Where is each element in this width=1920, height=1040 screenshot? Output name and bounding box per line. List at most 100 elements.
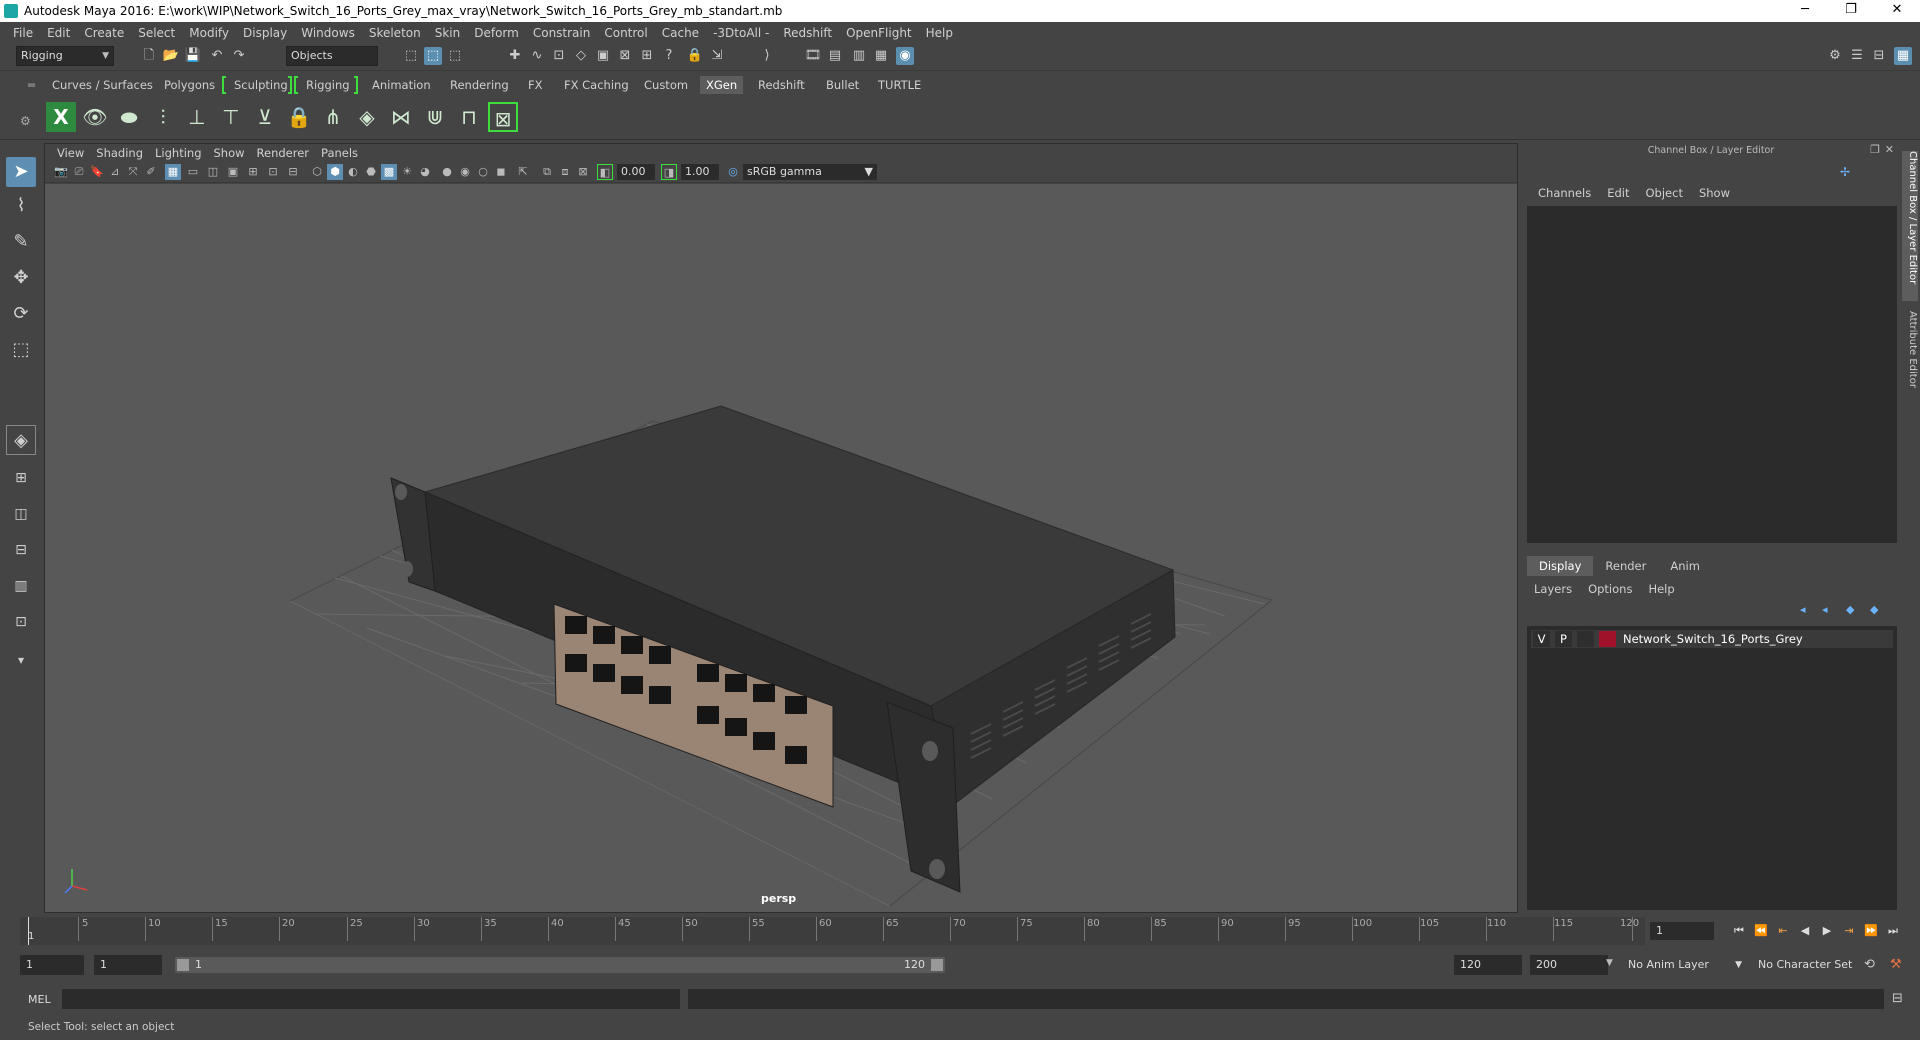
lock-icon[interactable]: 🔒: [686, 47, 704, 65]
range-handle-end[interactable]: [931, 959, 943, 971]
time-slider[interactable]: 1 5 10 15 20 25 30 35 40 45 50 55 60 65 …: [20, 913, 1645, 947]
go-to-end-icon[interactable]: ⏭: [1884, 922, 1902, 940]
xray-components-icon[interactable]: ⊠: [575, 164, 591, 180]
range-handle-start[interactable]: [177, 959, 189, 971]
step-back-key-icon[interactable]: ⏪: [1752, 922, 1770, 940]
shelf-tab-rendering[interactable]: Rendering: [444, 76, 515, 94]
restore-icon[interactable]: ❐: [1828, 0, 1874, 22]
shelf-tab-bullet[interactable]: Bullet: [820, 76, 865, 94]
snap-surface-icon[interactable]: ⊞: [638, 47, 656, 65]
menu-deform[interactable]: Deform: [467, 26, 526, 40]
menu-select[interactable]: Select: [131, 26, 182, 40]
layer-menu-layers[interactable]: Layers: [1534, 582, 1580, 596]
step-forward-key-icon[interactable]: ⏩: [1862, 922, 1880, 940]
xgen-toggle-icon[interactable]: ⊠: [488, 102, 518, 132]
current-frame-field[interactable]: 1: [1650, 922, 1714, 940]
shelf-menu-icon[interactable]: ═: [22, 76, 41, 94]
anim-layer-dropdown[interactable]: No Anim Layer ▼: [1622, 955, 1746, 975]
bookmark-icon[interactable]: 🔖: [89, 164, 105, 180]
shelf-tab-turtle[interactable]: TURTLE: [872, 76, 927, 94]
select-tool-icon[interactable]: ➤: [6, 157, 36, 187]
undo-icon[interactable]: ↶: [208, 47, 226, 65]
wireframe-on-shaded-icon[interactable]: ⬣: [363, 164, 379, 180]
xgen-groom-icon[interactable]: ⋓: [420, 102, 450, 132]
camera-select-icon[interactable]: 📷: [53, 164, 69, 180]
snap-view-plane-icon[interactable]: ◇: [572, 47, 590, 65]
xgen-sculpt-guide-icon[interactable]: ⊤: [216, 102, 246, 132]
render-view-icon[interactable]: ◉: [896, 47, 914, 65]
move-tool-icon[interactable]: ✥: [6, 263, 36, 293]
xgen-hair-icon[interactable]: ⋔: [318, 102, 348, 132]
camera-attributes-icon[interactable]: ⎚: [71, 164, 87, 180]
vp-menu-show[interactable]: Show: [210, 146, 253, 160]
channel-menu-edit[interactable]: Edit: [1599, 186, 1637, 200]
layer-menu-help[interactable]: Help: [1648, 582, 1682, 596]
paint-select-tool-icon[interactable]: ✎: [6, 227, 36, 257]
menu-skin[interactable]: Skin: [428, 26, 468, 40]
animation-start-field[interactable]: 1: [20, 955, 84, 975]
shelf-tab-curves-surfaces[interactable]: Curves / Surfaces: [46, 76, 159, 94]
current-time-marker[interactable]: [28, 917, 29, 945]
xgen-create-description-icon[interactable]: ⬬: [114, 102, 144, 132]
xray-icon[interactable]: ⧉: [539, 164, 555, 180]
float-panel-icon[interactable]: ❐: [1870, 143, 1880, 156]
menu-display[interactable]: Display: [236, 26, 294, 40]
menu-create[interactable]: Create: [77, 26, 131, 40]
chevron-down-icon[interactable]: ▼: [1606, 958, 1613, 968]
image-plane-icon[interactable]: ⊿: [107, 164, 123, 180]
shelf-tab-sculpting[interactable]: Sculpting: [228, 76, 294, 94]
cmd-language-label[interactable]: MEL: [28, 993, 51, 1006]
render-frame-icon[interactable]: 🎞: [804, 47, 822, 65]
vp-menu-renderer[interactable]: Renderer: [253, 146, 318, 160]
step-back-frame-icon[interactable]: ⇤: [1774, 922, 1792, 940]
vp-menu-shading[interactable]: Shading: [92, 146, 151, 160]
layer-tab-render[interactable]: Render: [1593, 556, 1658, 576]
single-perspective-layout-icon[interactable]: ◈: [6, 425, 36, 455]
persp-graph-layout-icon[interactable]: ⊟: [6, 535, 36, 565]
menu-windows[interactable]: Windows: [294, 26, 362, 40]
playback-start-field[interactable]: 1: [94, 955, 162, 975]
layer-tab-display[interactable]: Display: [1527, 556, 1594, 576]
lasso-tool-icon[interactable]: ⌇: [6, 191, 36, 221]
move-layer-down-icon[interactable]: ◂: [1822, 603, 1828, 616]
motion-blur-icon[interactable]: ◉: [457, 164, 473, 180]
viewport-canvas[interactable]: persp: [45, 184, 1517, 912]
new-scene-icon[interactable]: 🗋: [140, 47, 158, 65]
wireframe-icon[interactable]: ⬡: [309, 164, 325, 180]
xgen-editor-icon[interactable]: X: [46, 102, 76, 132]
shelf-tab-polygons[interactable]: Polygons: [158, 76, 221, 94]
close-icon[interactable]: ✕: [1885, 143, 1894, 156]
new-layer-selected-icon[interactable]: ◆: [1870, 603, 1878, 616]
xray-joints-icon[interactable]: ⧈: [557, 164, 573, 180]
script-editor-icon[interactable]: ⊟: [1892, 991, 1903, 1006]
color-management-icon[interactable]: ◎: [725, 164, 741, 180]
menu-help[interactable]: Help: [919, 26, 960, 40]
safe-action-icon[interactable]: ⊡: [265, 164, 281, 180]
menu-3dtoall[interactable]: -3DtoAll -: [706, 26, 776, 40]
vp-menu-view[interactable]: View: [53, 146, 92, 160]
layer-visibility-toggle[interactable]: V: [1533, 631, 1550, 647]
animation-preferences-icon[interactable]: ⚒: [1890, 957, 1902, 972]
xgen-layer-icon[interactable]: ◈: [352, 102, 382, 132]
shelf-tab-custom[interactable]: Custom: [638, 76, 694, 94]
textured-icon[interactable]: ▩: [381, 164, 397, 180]
exposure-icon[interactable]: ◧: [597, 164, 613, 180]
shadows-icon[interactable]: ◕: [417, 164, 433, 180]
side-tab-channel-box[interactable]: Channel Box / Layer Editor: [1902, 151, 1918, 301]
new-empty-layer-icon[interactable]: ◆: [1846, 603, 1854, 616]
xgen-add-guides-icon[interactable]: ⫶: [148, 102, 178, 132]
select-object-icon[interactable]: ⬚: [424, 47, 442, 65]
channel-menu-show[interactable]: Show: [1691, 186, 1738, 200]
grid-icon[interactable]: ▦: [165, 164, 181, 180]
safe-title-icon[interactable]: ⊟: [285, 164, 301, 180]
xgen-lock-guide-icon[interactable]: 🔒: [284, 102, 314, 132]
smooth-shade-icon[interactable]: ⬢: [327, 164, 343, 180]
step-forward-frame-icon[interactable]: ⇥: [1840, 922, 1858, 940]
save-scene-icon[interactable]: 💾: [184, 47, 202, 65]
channel-box-toggle-icon[interactable]: ▦: [1894, 47, 1912, 65]
input-ops-icon[interactable]: ⇲: [708, 47, 726, 65]
range-slider[interactable]: 1 120: [175, 957, 945, 973]
character-set-dropdown[interactable]: No Character Set: [1752, 955, 1860, 975]
tool-settings-toggle-icon[interactable]: ⊟: [1870, 47, 1888, 65]
shelf-tab-fx[interactable]: FX: [522, 76, 549, 94]
